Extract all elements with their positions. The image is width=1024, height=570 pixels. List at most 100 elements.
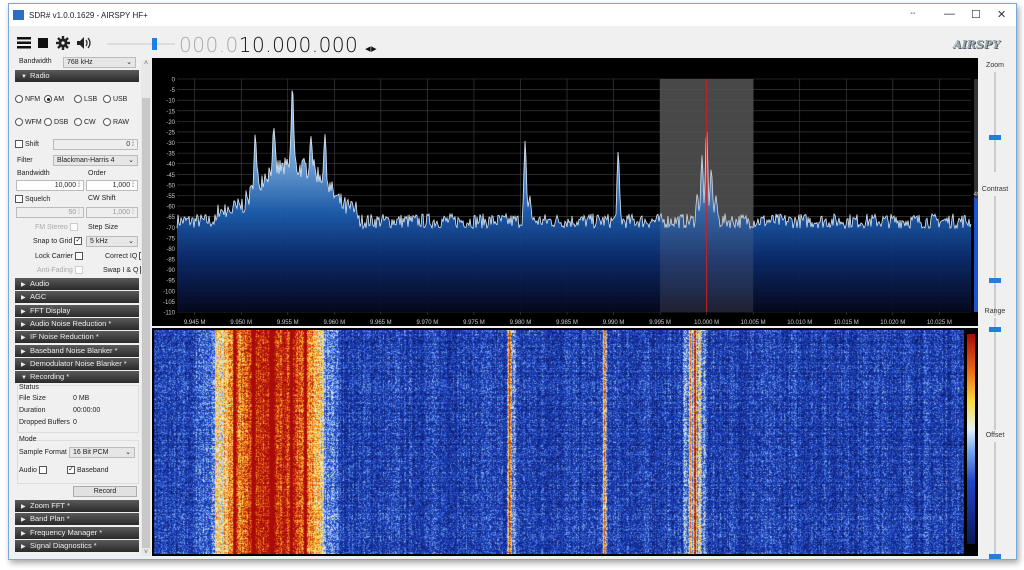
order-label: Order xyxy=(88,170,106,177)
bandwidth-select[interactable]: 768 kHz⌄ xyxy=(63,57,136,68)
mode-radio-raw[interactable]: RAW xyxy=(103,118,129,126)
waterfall-display[interactable] xyxy=(152,328,978,556)
mode-radio-dsb[interactable]: DSB xyxy=(44,118,68,126)
duration-value: 00:00:00 xyxy=(73,407,100,414)
offset-label: Offset xyxy=(975,432,1015,439)
squelch-checkbox[interactable]: Squelch xyxy=(15,195,50,203)
baseband-checkbox[interactable]: ✓ Baseband xyxy=(67,466,108,474)
gear-icon[interactable] xyxy=(56,36,70,52)
anti-fading-checkbox[interactable]: Anti-Fading xyxy=(37,266,83,274)
y-tick-label: -100 xyxy=(163,289,176,295)
section-header-frequency-manager[interactable]: ▶Frequency Manager * xyxy=(15,527,139,539)
x-tick-label: 9.970 M xyxy=(417,320,439,326)
tune-arrows-icon[interactable]: ◂▸ xyxy=(365,42,377,55)
menu-icon[interactable] xyxy=(17,37,31,51)
contrast-slider[interactable] xyxy=(979,196,1011,316)
x-tick-label: 9.975 M xyxy=(463,320,485,326)
stop-icon[interactable] xyxy=(38,38,48,50)
mode-radio-usb[interactable]: USB xyxy=(103,95,127,103)
section-header-agc[interactable]: ▶AGC xyxy=(15,291,139,303)
filter-select[interactable]: Blackman-Harris 4⌄ xyxy=(53,155,138,166)
section-header-baseband-noise-blanker[interactable]: ▶Baseband Noise Blanker * xyxy=(15,345,139,357)
maximize-button[interactable]: ☐ xyxy=(971,8,981,21)
fm-stereo-checkbox[interactable]: FM Stereo xyxy=(35,223,78,231)
app-window: SDR# v1.0.0.1629 - AIRSPY HF+ ⇔ — ☐ ✕ 00… xyxy=(8,3,1017,560)
x-tick-label: 10.000 M xyxy=(694,320,719,326)
x-tick-label: 10.025 M xyxy=(927,320,952,326)
offset-slider[interactable] xyxy=(979,442,1011,562)
snap-to-grid-checkbox[interactable]: Snap to Grid ✓ xyxy=(33,237,82,245)
y-tick-label: -55 xyxy=(166,194,175,200)
title-bar: SDR# v1.0.0.1629 - AIRSPY HF+ ⇔ — ☐ ✕ xyxy=(9,4,1016,26)
mode-label: Mode xyxy=(19,436,37,443)
step-size-label: Step Size xyxy=(88,224,118,231)
zoom-slider[interactable] xyxy=(979,72,1011,160)
speaker-icon[interactable] xyxy=(76,36,92,52)
mode-radio-am[interactable]: AM xyxy=(44,95,64,103)
x-tick-label: 9.985 M xyxy=(556,320,578,326)
section-header-signal-diagnostics[interactable]: ▶Signal Diagnostics * xyxy=(15,540,139,552)
section-header-audio[interactable]: ▶Audio xyxy=(15,278,139,290)
y-tick-label: -110 xyxy=(163,311,175,317)
section-header-if-noise-reduction[interactable]: ▶IF Noise Reduction * xyxy=(15,331,139,343)
y-tick-label: -30 xyxy=(166,141,175,147)
y-tick-label: -80 xyxy=(166,247,175,253)
section-header-zoom-fft[interactable]: ▶Zoom FFT * xyxy=(15,500,139,512)
filter-label: Filter xyxy=(17,157,33,164)
y-tick-label: -60 xyxy=(166,205,175,211)
waterfall-canvas[interactable] xyxy=(154,330,964,554)
y-tick-label: -45 xyxy=(166,173,175,179)
radio-section-header[interactable]: ▼Radio xyxy=(15,70,139,82)
squelch-input[interactable]: 50 ⁞ xyxy=(16,207,84,218)
minimize-button[interactable]: — xyxy=(944,8,955,20)
x-tick-label: 9.955 M xyxy=(277,320,299,326)
shift-input[interactable]: 0 ⁞ xyxy=(53,139,138,150)
x-tick-label: 9.945 M xyxy=(184,320,206,326)
restore-layout-icon[interactable]: ⇔ xyxy=(909,8,917,17)
y-tick-label: -105 xyxy=(163,300,176,306)
step-size-select[interactable]: 5 kHz⌄ xyxy=(86,236,138,247)
x-tick-label: 10.015 M xyxy=(834,320,859,326)
panel-scrollbar[interactable]: ˄˅ xyxy=(141,60,151,556)
status-label: Status xyxy=(19,384,39,391)
range-slider[interactable] xyxy=(979,318,1011,438)
frequency-display[interactable]: 000.010.000.000 ◂▸ xyxy=(179,33,377,57)
bw-label: Bandwidth xyxy=(17,170,50,177)
recording-section-header[interactable]: ▼Recording * xyxy=(15,371,139,383)
y-tick-label: -85 xyxy=(166,258,175,264)
spectrum-plot[interactable]: 0-5-10-15-20-25-30-35-40-45-50-55-60-65-… xyxy=(152,58,978,326)
zoom-label: Zoom xyxy=(975,62,1015,69)
mode-radio-cw[interactable]: CW xyxy=(74,118,96,126)
mode-radio-wfm[interactable]: WFM xyxy=(15,118,42,126)
y-tick-label: -95 xyxy=(166,279,175,285)
control-panel: Bandwidth 768 kHz⌄ ▼Radio NFM AM LSB USB… xyxy=(11,56,151,556)
close-button[interactable]: ✕ xyxy=(997,8,1006,21)
audio-checkbox[interactable]: Audio xyxy=(19,466,47,474)
section-header-band-plan[interactable]: ▶Band Plan * xyxy=(15,513,139,525)
section-header-demodulator-noise-blanker[interactable]: ▶Demodulator Noise Blanker * xyxy=(15,358,139,370)
record-button[interactable]: Record xyxy=(73,486,137,497)
waterfall-color-scale xyxy=(967,334,975,544)
section-header-fft-display[interactable]: ▶FFT Display xyxy=(15,305,139,317)
sample-format-select[interactable]: 16 Bit PCM⌄ xyxy=(69,447,135,458)
y-tick-label: -50 xyxy=(166,183,175,189)
x-tick-label: 10.020 M xyxy=(880,320,905,326)
bandwidth-input[interactable]: 10,000 ⁞ xyxy=(16,180,84,191)
section-header-audio-noise-reduction[interactable]: ▶Audio Noise Reduction * xyxy=(15,318,139,330)
cw-shift-input[interactable]: 1,000 ⁞ xyxy=(86,207,138,218)
x-tick-label: 10.010 M xyxy=(787,320,812,326)
x-tick-label: 9.995 M xyxy=(649,320,671,326)
order-input[interactable]: 1,000 ⁞ xyxy=(86,180,138,191)
x-tick-label: 10.005 M xyxy=(741,320,766,326)
shift-checkbox[interactable]: Shift xyxy=(15,140,39,148)
mode-radio-nfm[interactable]: NFM xyxy=(15,95,40,103)
contrast-label: Contrast xyxy=(975,186,1015,193)
volume-slider[interactable] xyxy=(107,36,175,52)
lock-carrier-checkbox[interactable]: Lock Carrier xyxy=(35,252,83,260)
spectrum-analyzer[interactable]: 0-5-10-15-20-25-30-35-40-45-50-55-60-65-… xyxy=(152,58,978,326)
mode-radio-lsb[interactable]: LSB xyxy=(74,95,97,103)
display-sliders: ZoomContrastRangeOffset xyxy=(979,58,1015,558)
file-size-label: File Size xyxy=(19,395,46,402)
duration-label: Duration xyxy=(19,407,45,414)
sample-format-label: Sample Format xyxy=(19,449,67,456)
